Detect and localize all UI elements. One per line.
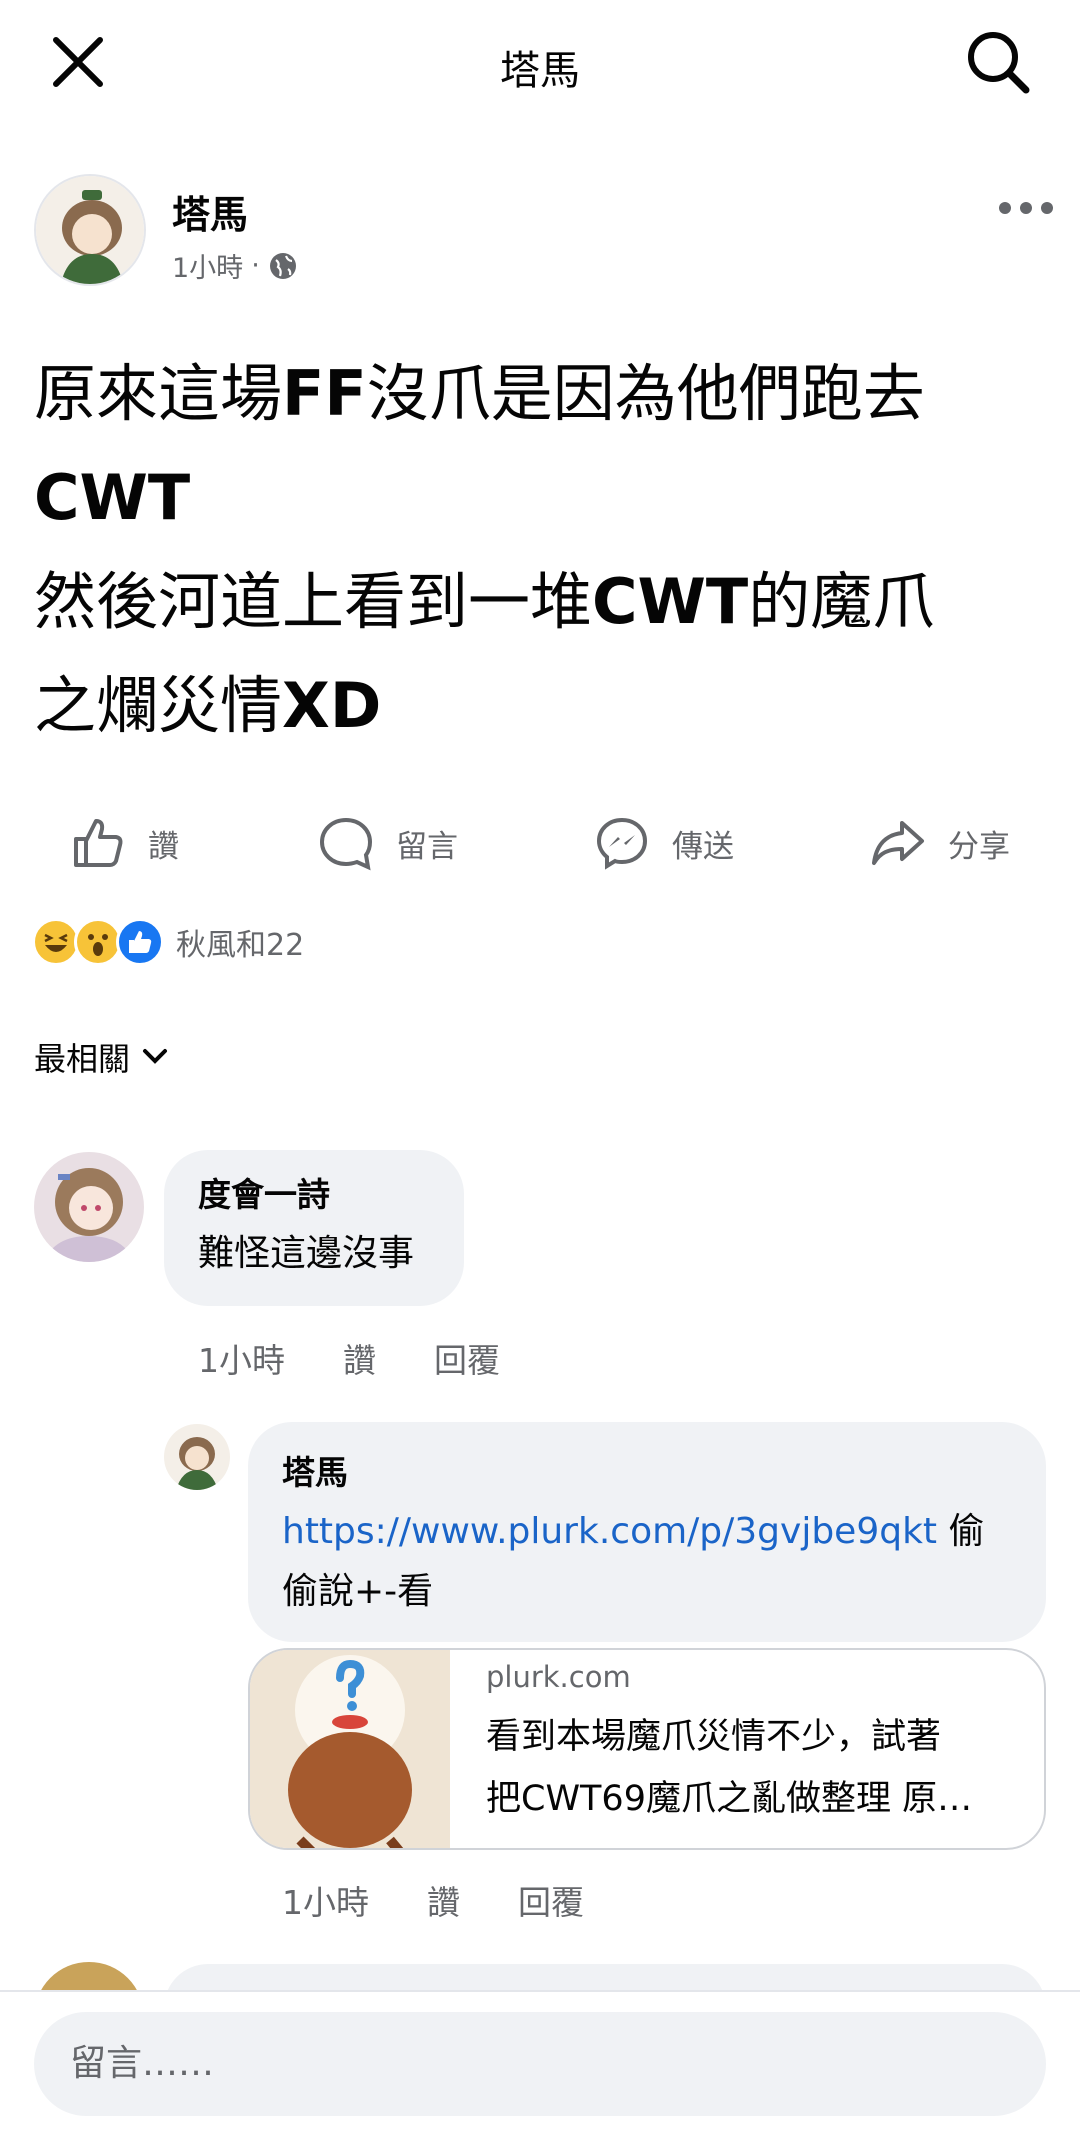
- reply-text: https://www.plurk.com/p/3gvjbe9qkt 偷 偷說+…: [282, 1502, 1022, 1622]
- comment-author[interactable]: 度會一詩: [198, 1168, 330, 1216]
- post-body-run: 的魔爪: [748, 565, 935, 638]
- author-avatar[interactable]: [34, 174, 146, 286]
- post-meta: 1小時 ·: [172, 246, 298, 285]
- send-button[interactable]: 傳送: [594, 800, 734, 886]
- comment-sort-dropdown[interactable]: 最相關: [34, 1034, 168, 1080]
- reply-author[interactable]: 塔馬: [282, 1446, 348, 1494]
- post-body-run: 然後河道上看到一堆: [34, 565, 593, 638]
- reply-meta: 1小時 讚 回覆: [282, 1876, 584, 1924]
- reactions-summary[interactable]: 秋風和22: [32, 916, 304, 968]
- reply-author-avatar[interactable]: [164, 1424, 230, 1490]
- post-body-run: CWT: [592, 565, 749, 638]
- action-bar: 讚 留言 傳送 分享: [0, 800, 1080, 886]
- meta-separator: ·: [251, 250, 260, 281]
- link-preview-thumbnail: [250, 1650, 450, 1848]
- post-body-run: 之爛災情: [34, 669, 283, 742]
- reply-bubble[interactable]: 塔馬 https://www.plurk.com/p/3gvjbe9qkt 偷 …: [248, 1422, 1046, 1642]
- post-body-run: 原來這場: [34, 357, 283, 430]
- share-icon: [872, 821, 924, 865]
- reply-text-after-link: 偷: [937, 1511, 985, 1552]
- page-title: 塔馬: [500, 48, 580, 94]
- comment-composer: 留言……: [0, 1990, 1080, 2131]
- post-body-run: CWT: [34, 461, 191, 534]
- comment-button[interactable]: 留言: [318, 800, 458, 886]
- comment-input[interactable]: 留言……: [34, 2012, 1046, 2116]
- post-body-line: CWT: [34, 446, 1044, 550]
- link-preview-domain: plurk.com: [486, 1660, 631, 1694]
- reply-link[interactable]: https://www.plurk.com/p/3gvjbe9qkt: [282, 1511, 937, 1552]
- globe-icon: [269, 252, 296, 279]
- like-emoji-icon: [116, 918, 164, 966]
- link-preview-line1: 看到本場魔爪災情不少，試著: [486, 1717, 942, 1757]
- laugh-emoji-icon: [32, 918, 80, 966]
- reactions-text: 秋風和22: [176, 928, 305, 963]
- chevron-down-icon: [143, 1049, 168, 1064]
- comment-time[interactable]: 1小時: [198, 1334, 285, 1382]
- post-body: 原來這場FF沒爪是因為他們跑去 CWT 然後河道上看到一堆CWT的魔爪 之爛災情XD: [34, 342, 1044, 758]
- post-time[interactable]: 1小時: [172, 246, 243, 285]
- comment-label: 留言: [396, 828, 458, 865]
- sort-label: 最相關: [34, 1040, 131, 1078]
- post-body-run: XD: [282, 669, 382, 742]
- top-bar: 塔馬: [0, 0, 1080, 124]
- like-button[interactable]: 讚: [70, 800, 179, 886]
- thumbs-up-icon: [74, 819, 123, 867]
- reply-text-line2: 偷說+-看: [282, 1571, 434, 1612]
- messenger-icon: [596, 817, 648, 870]
- comment-reply-button[interactable]: 回覆: [434, 1334, 500, 1382]
- link-preview-text: 看到本場魔爪災情不少，試著 把CWT69魔爪之亂做整理 原…: [486, 1706, 1026, 1830]
- wow-emoji-icon: [74, 918, 122, 966]
- like-label: 讚: [148, 828, 179, 865]
- post-body-run: 沒爪是因為他們跑去: [366, 357, 925, 430]
- share-label: 分享: [948, 828, 1010, 865]
- commenter-avatar[interactable]: [34, 1152, 144, 1262]
- post-body-line: 之爛災情XD: [34, 654, 1044, 758]
- reply-like-button[interactable]: 讚: [427, 1876, 460, 1924]
- search-icon[interactable]: [964, 28, 1032, 96]
- more-options-icon[interactable]: [998, 194, 1054, 222]
- post-header: 塔馬 1小時 ·: [34, 174, 1054, 294]
- comment-bubble[interactable]: 度會一詩 難怪這邊沒事: [164, 1150, 464, 1306]
- comment-like-button[interactable]: 讚: [343, 1334, 376, 1382]
- share-button[interactable]: 分享: [870, 800, 1010, 886]
- link-preview-line2: 把CWT69魔爪之亂做整理 原…: [486, 1779, 973, 1819]
- send-label: 傳送: [672, 828, 734, 865]
- post-author[interactable]: 塔馬: [172, 184, 248, 239]
- post-body-run: FF: [282, 357, 367, 430]
- post-body-line: 然後河道上看到一堆CWT的魔爪: [34, 550, 1044, 654]
- comment-text: 難怪這邊沒事: [198, 1233, 415, 1274]
- comment-meta: 1小時 讚 回覆: [198, 1334, 500, 1382]
- reply-reply-button[interactable]: 回覆: [518, 1876, 584, 1924]
- reply-time[interactable]: 1小時: [282, 1876, 369, 1924]
- comment-icon: [319, 817, 373, 871]
- link-preview-card[interactable]: plurk.com 看到本場魔爪災情不少，試著 把CWT69魔爪之亂做整理 原…: [248, 1648, 1046, 1850]
- post-body-line: 原來這場FF沒爪是因為他們跑去: [34, 342, 1044, 446]
